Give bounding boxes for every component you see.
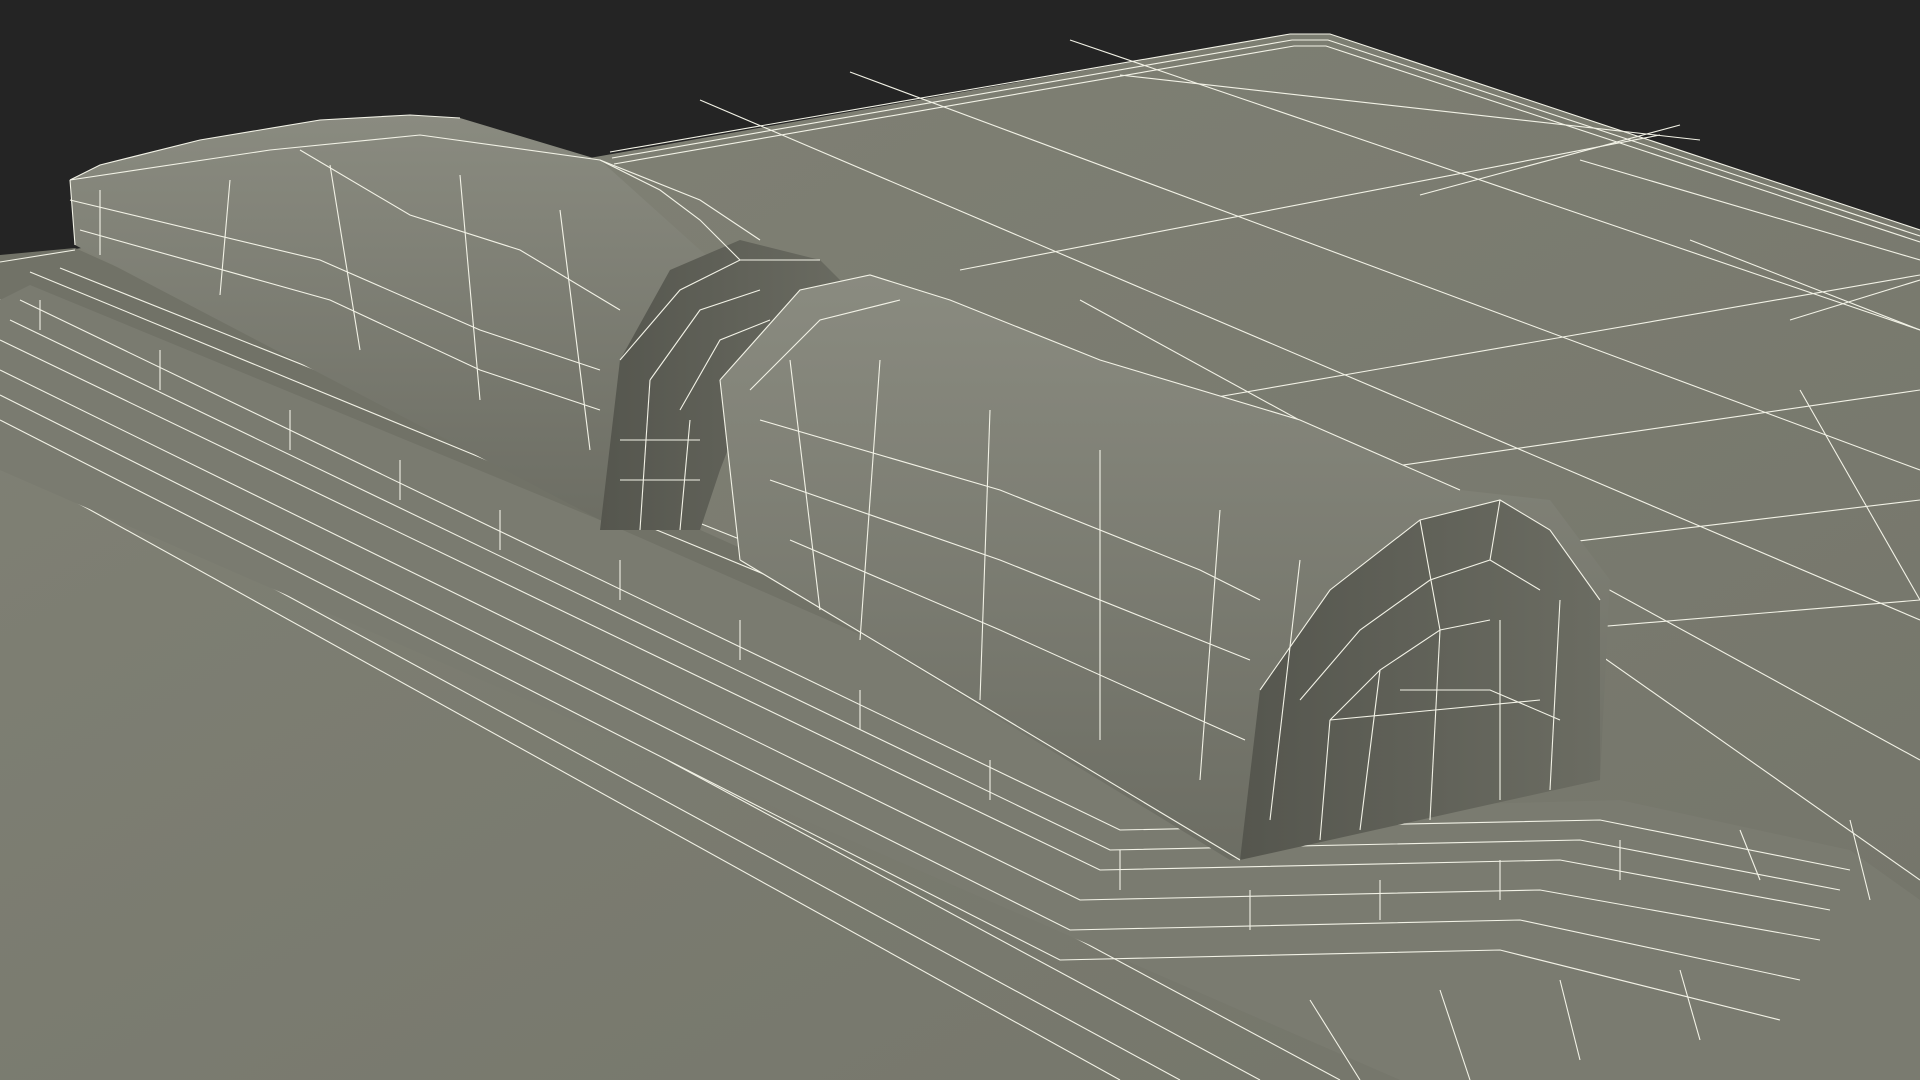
wireframe-render [0, 33, 1920, 1080]
3d-viewport[interactable] [0, 0, 1920, 1080]
